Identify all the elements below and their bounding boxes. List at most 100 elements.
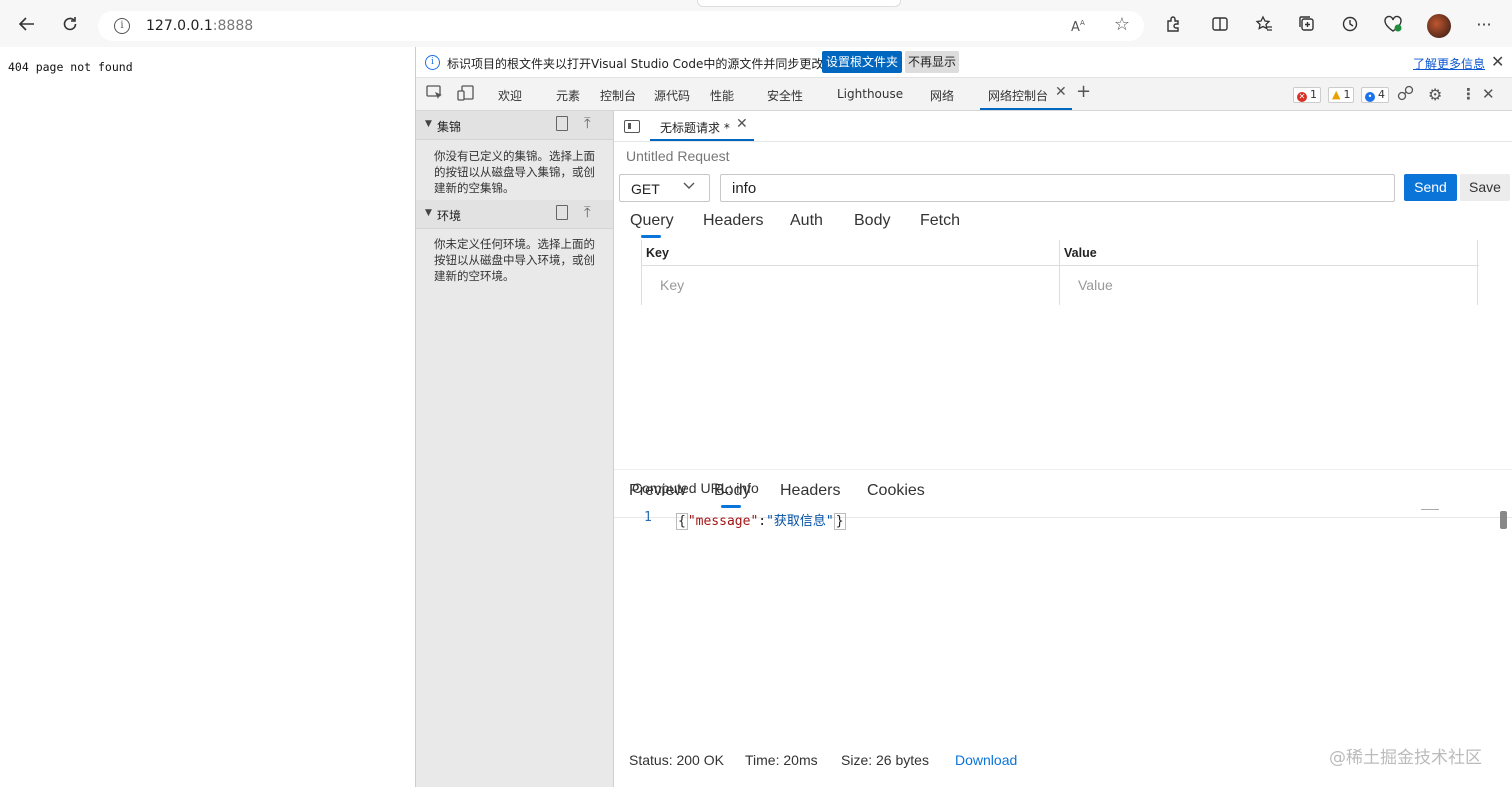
json-colon: : xyxy=(758,514,767,529)
tab-response-body[interactable]: Body xyxy=(714,482,750,500)
collections-header[interactable]: ▼ 集锦 ⤒ xyxy=(416,111,613,140)
table-divider xyxy=(641,240,642,305)
address-bar[interactable]: i 127.0.0.1:8888 AA ☆ xyxy=(98,11,1144,41)
code-line: {"message":"获取信息"} xyxy=(676,510,846,530)
method-select[interactable]: GET xyxy=(619,174,710,202)
chevron-down-icon xyxy=(683,179,695,194)
tab-performance[interactable]: 性能 xyxy=(710,87,734,104)
tab-console[interactable]: 控制台 xyxy=(600,87,636,104)
request-tab-indicator xyxy=(650,139,754,141)
tab-elements[interactable]: 元素 xyxy=(556,87,580,104)
line-number: 1 xyxy=(644,510,652,525)
device-emulation-icon[interactable] xyxy=(457,85,475,105)
environments-header[interactable]: ▼ 环境 ⤒ xyxy=(416,200,613,229)
collapse-triangle-icon[interactable]: ▼ xyxy=(425,119,432,129)
learn-more-link[interactable]: 了解更多信息 xyxy=(1413,55,1485,72)
back-icon[interactable] xyxy=(13,10,41,38)
tab-fetch[interactable]: Fetch xyxy=(920,212,960,230)
refresh-icon[interactable] xyxy=(56,10,84,38)
new-file-icon[interactable] xyxy=(556,116,568,131)
collections-icon[interactable] xyxy=(1293,10,1321,38)
browser-toolbar: i 127.0.0.1:8888 AA ☆ ··· xyxy=(0,0,1512,47)
tab-sources[interactable]: 源代码 xyxy=(654,87,690,104)
set-root-folder-button[interactable]: 设置根文件夹 xyxy=(822,51,903,73)
svg-text:A: A xyxy=(1080,19,1085,27)
size-text: Size: 26 bytes xyxy=(841,752,929,768)
minimap xyxy=(1421,509,1439,511)
tab-query[interactable]: Query xyxy=(630,212,674,230)
info-icon: i xyxy=(425,55,440,70)
tab-network[interactable]: 网络 xyxy=(930,87,954,104)
new-file-icon[interactable] xyxy=(556,205,568,220)
editor-scrollbar[interactable] xyxy=(1500,511,1507,529)
url-input[interactable]: info xyxy=(720,174,1395,202)
more-menu-icon[interactable]: ··· xyxy=(1470,10,1498,38)
profile-avatar[interactable] xyxy=(1427,14,1451,38)
warnings-badge[interactable]: ▲ 1 xyxy=(1328,87,1355,103)
table-divider xyxy=(1059,240,1060,305)
tab-network-console[interactable]: 网络控制台 xyxy=(988,87,1048,104)
method-value: GET xyxy=(631,181,660,197)
browser-essentials-icon[interactable] xyxy=(1379,10,1407,38)
time-text: Time: 20ms xyxy=(745,752,818,768)
svg-text:A: A xyxy=(1071,20,1080,35)
devtools-infobar: i 标识项目的根文件夹以打开Visual Studio Code中的源文件并同步… xyxy=(416,47,1512,78)
add-tab-icon[interactable]: + xyxy=(1076,81,1091,102)
dont-show-again-button[interactable]: 不再显示 xyxy=(905,51,960,73)
close-infobar-icon[interactable]: ✕ xyxy=(1491,52,1504,71)
url-port: :8888 xyxy=(212,18,254,34)
status-text: Status: 200 OK xyxy=(629,752,724,768)
tab-lighthouse[interactable]: Lighthouse xyxy=(837,87,903,101)
settings-gear-icon[interactable]: ⚙ xyxy=(1428,85,1442,104)
tab-strip-edge xyxy=(697,0,901,7)
favorite-star-icon[interactable]: ☆ xyxy=(1114,14,1130,35)
json-brace: { xyxy=(676,513,688,530)
inspect-element-icon[interactable] xyxy=(426,85,444,105)
network-console-sidebar: ▼ 集锦 ⤒ 你没有已定义的集锦。选择上面的按钮以从磁盘导入集锦，或创建新的空集… xyxy=(416,111,614,787)
json-key: "message" xyxy=(687,514,759,529)
request-tab-label[interactable]: 无标题请求 * xyxy=(660,119,730,136)
collapse-triangle-icon[interactable]: ▼ xyxy=(425,208,432,218)
import-upload-icon[interactable]: ⤒ xyxy=(584,203,591,221)
warning-icon: ▲ xyxy=(1332,88,1341,101)
favorites-icon[interactable] xyxy=(1250,10,1278,38)
errors-badge[interactable]: ✕ 1 xyxy=(1293,87,1321,103)
devtools-panel: i 标识项目的根文件夹以打开Visual Studio Code中的源文件并同步… xyxy=(415,47,1512,787)
message-icon: • xyxy=(1365,92,1375,102)
send-button[interactable]: Send xyxy=(1404,174,1457,201)
messages-badge[interactable]: • 4 xyxy=(1361,87,1389,103)
history-icon[interactable] xyxy=(1336,10,1364,38)
tab-cookies[interactable]: Cookies xyxy=(867,482,925,500)
response-tab-indicator xyxy=(721,505,741,508)
close-request-tab-icon[interactable]: ✕ xyxy=(736,116,748,132)
save-button[interactable]: Save xyxy=(1460,174,1510,201)
connected-devices-icon[interactable] xyxy=(1397,85,1415,105)
tab-response-headers[interactable]: Headers xyxy=(780,482,840,500)
request-title[interactable]: Untitled Request xyxy=(626,148,730,164)
download-link[interactable]: Download xyxy=(955,752,1017,768)
customize-menu-icon[interactable]: ⋮ xyxy=(1461,85,1476,103)
extensions-icon[interactable] xyxy=(1159,10,1187,38)
tab-preview[interactable]: Preview xyxy=(629,482,686,500)
site-info-icon[interactable]: i xyxy=(114,18,130,34)
url-host: 127.0.0.1 xyxy=(146,18,213,34)
close-devtools-icon[interactable]: ✕ xyxy=(1482,85,1495,103)
address-url[interactable]: 127.0.0.1:8888 xyxy=(146,18,253,34)
close-tab-icon[interactable]: ✕ xyxy=(1055,84,1067,100)
tab-auth[interactable]: Auth xyxy=(790,212,823,230)
value-input[interactable]: Value xyxy=(1078,277,1113,293)
watermark: @稀土掘金技术社区 xyxy=(1329,748,1482,768)
tab-security[interactable]: 安全性 xyxy=(767,87,803,104)
tab-headers[interactable]: Headers xyxy=(703,212,763,230)
split-screen-icon[interactable] xyxy=(1206,10,1234,38)
key-input[interactable]: Key xyxy=(660,277,684,293)
error-icon: ✕ xyxy=(1297,92,1307,102)
tab-welcome[interactable]: 欢迎 xyxy=(498,87,522,104)
read-aloud-icon[interactable]: AA xyxy=(1070,17,1088,39)
import-upload-icon[interactable]: ⤒ xyxy=(584,114,591,132)
tab-body[interactable]: Body xyxy=(854,212,890,230)
request-editor: 无标题请求 * ✕ Untitled Request GET info Send… xyxy=(614,111,1512,787)
error-count: 1 xyxy=(1310,88,1317,101)
value-column-header: Value xyxy=(1064,246,1097,260)
toggle-sidebar-icon[interactable] xyxy=(624,120,640,133)
